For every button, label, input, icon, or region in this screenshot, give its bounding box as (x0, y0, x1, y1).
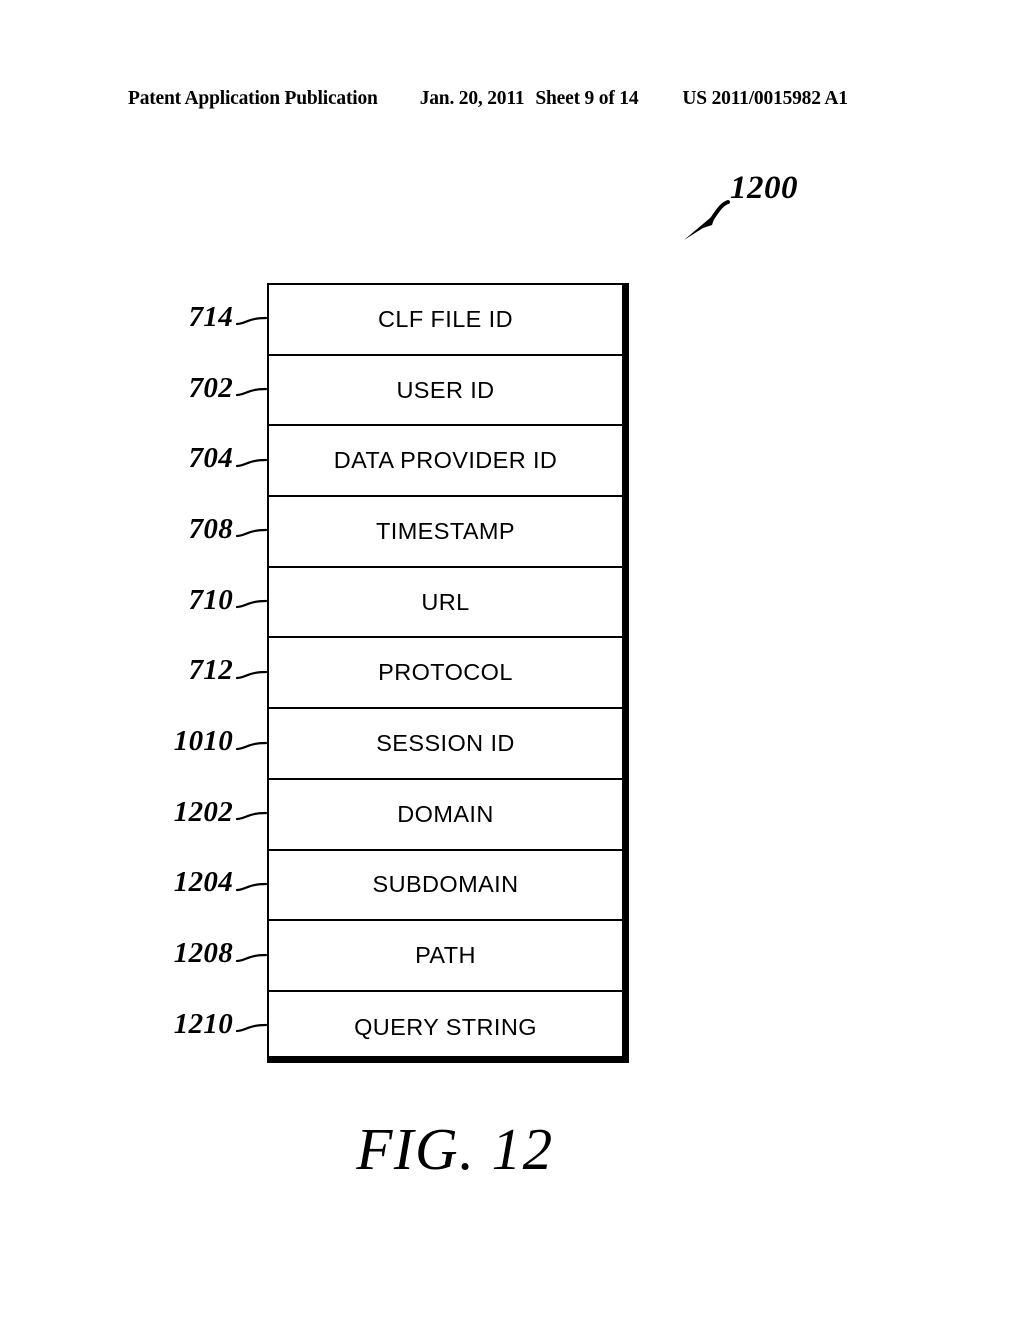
diagram-row-path: PATH (269, 921, 622, 992)
diagram-row-label: TIMESTAMP (376, 517, 515, 544)
header-date-text: Jan. 20, 2011 (419, 88, 525, 109)
reference-number: 712 (188, 654, 233, 687)
diagram-row-label: USER ID (396, 376, 495, 403)
reference-number: 1208 (173, 937, 233, 970)
diagram-row-label: DOMAIN (397, 800, 494, 827)
reference-item: 1210 (150, 990, 268, 1061)
diagram-row-query-string: QUERY STRING (269, 992, 622, 1063)
record-structure-diagram: CLF FILE ID USER ID DATA PROVIDER ID TIM… (267, 283, 635, 1069)
header-sheet-text: Sheet 9 of 14 (535, 88, 639, 109)
diagram-row-subdomain: SUBDOMAIN (269, 851, 622, 922)
diagram-row-timestamp: TIMESTAMP (269, 497, 622, 568)
diagram-row-label: SUBDOMAIN (372, 871, 519, 898)
reference-number: 1202 (173, 795, 233, 828)
reference-number: 1210 (173, 1007, 233, 1040)
diagram-row-user-id: USER ID (269, 356, 622, 427)
leader-line-icon (235, 670, 268, 679)
callout-arrow-icon (684, 200, 730, 240)
figure-callout-1200: 1200 (660, 170, 860, 250)
leader-line-icon (235, 317, 268, 326)
header-publication-text: Patent Application Publication (128, 88, 378, 109)
leader-line-icon (235, 1024, 268, 1033)
reference-item: 1202 (150, 778, 268, 849)
header-patent-number: US 2011/0015982 A1 (682, 88, 848, 109)
reference-item: 702 (150, 354, 268, 425)
reference-number: 710 (188, 583, 233, 616)
reference-number: 1204 (173, 866, 233, 899)
leader-line-icon (235, 458, 268, 467)
diagram-row-data-provider-id: DATA PROVIDER ID (269, 426, 622, 498)
leader-line-icon (235, 600, 268, 609)
leader-line-icon (235, 741, 268, 750)
reference-item: 714 (150, 283, 268, 354)
diagram-row-url: URL (269, 568, 622, 639)
leader-line-icon (235, 812, 268, 821)
reference-number-column: 714 702 704 708 710 712 1010 1202 1204 1… (150, 283, 268, 1069)
diagram-row-label: CLF FILE ID (378, 305, 513, 332)
diagram-row-label: SESSION ID (376, 729, 515, 756)
leader-line-icon (235, 882, 268, 892)
diagram-row-label: DATA PROVIDER ID (333, 447, 558, 474)
reference-item: 712 (150, 637, 268, 708)
leader-line-icon (235, 953, 268, 962)
diagram-row-label: URL (421, 588, 470, 615)
leader-line-icon (235, 387, 268, 397)
diagram-outer-box: CLF FILE ID USER ID DATA PROVIDER ID TIM… (267, 283, 629, 1063)
reference-item: 704 (150, 424, 268, 495)
diagram-row-label: PATH (415, 942, 476, 969)
reference-item: 1208 (150, 919, 268, 990)
diagram-row-domain: DOMAIN (269, 780, 622, 851)
reference-number: 702 (188, 371, 233, 404)
reference-number: 704 (188, 442, 233, 475)
reference-item: 1204 (150, 849, 268, 920)
leader-line-icon (235, 529, 268, 538)
page-header: Patent Application Publication Jan. 20, … (128, 88, 888, 114)
diagram-row-session-id: SESSION ID (269, 709, 622, 780)
figure-caption: FIG. 12 (356, 1116, 554, 1182)
diagram-row-clf-file-id: CLF FILE ID (269, 285, 622, 356)
diagram-row-label: PROTOCOL (378, 659, 513, 686)
reference-item: 708 (150, 495, 268, 566)
reference-item: 1010 (150, 707, 268, 778)
reference-number: 708 (188, 512, 233, 545)
reference-number: 1010 (173, 725, 233, 758)
diagram-row-protocol: PROTOCOL (269, 638, 622, 710)
reference-number: 714 (188, 300, 233, 333)
reference-item: 710 (150, 566, 268, 637)
diagram-row-label: QUERY STRING (354, 1013, 537, 1040)
